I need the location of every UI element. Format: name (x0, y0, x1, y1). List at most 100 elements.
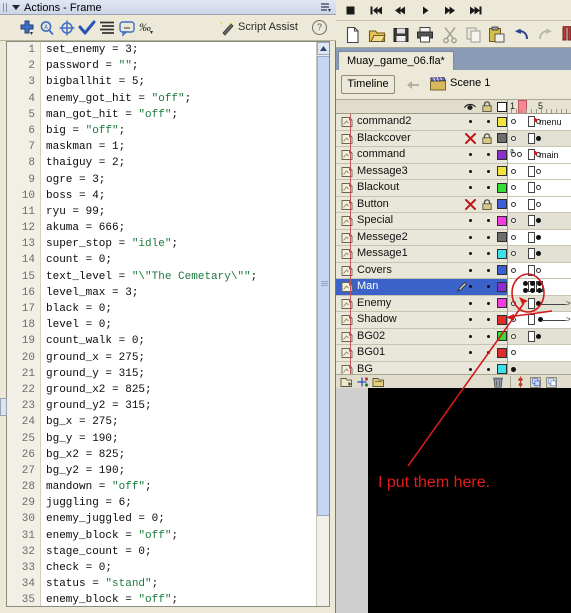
code-line[interactable]: count = 0; (42, 252, 315, 268)
show-code-hint-icon[interactable] (118, 19, 136, 37)
frame-block[interactable] (528, 330, 535, 342)
layer-color-swatch[interactable] (497, 166, 507, 176)
code-line[interactable]: ground_x = 275; (42, 350, 315, 366)
code-line[interactable]: bg_y = 190; (42, 431, 315, 447)
empty-keyframe[interactable] (536, 185, 541, 190)
layer-row[interactable]: Button (336, 196, 507, 213)
layer-row[interactable]: command (336, 147, 507, 164)
code-line[interactable]: password = ""; (42, 58, 315, 74)
center-frame-icon[interactable] (530, 376, 541, 388)
frame-row[interactable]: > (508, 312, 571, 329)
layer-lock-dot[interactable] (487, 301, 490, 305)
empty-keyframe[interactable] (511, 119, 516, 124)
empty-keyframe[interactable] (511, 234, 516, 240)
layer-lock-icon[interactable] (482, 132, 492, 144)
add-motion-guide-icon[interactable] (356, 376, 369, 388)
hidden-x-icon[interactable] (465, 198, 476, 210)
save-file-icon[interactable] (392, 26, 410, 44)
auto-format-icon[interactable] (98, 19, 116, 37)
cut-icon[interactable] (441, 26, 459, 44)
frame-row[interactable] (508, 229, 571, 246)
empty-keyframe[interactable] (511, 168, 516, 174)
layer-color-swatch[interactable] (497, 149, 507, 160)
empty-keyframe[interactable] (511, 201, 516, 207)
onion-skin-icon[interactable] (516, 376, 525, 388)
empty-keyframe[interactable] (536, 267, 541, 273)
back-arrow-icon[interactable] (406, 79, 420, 91)
layer-row[interactable]: Enemy (336, 295, 507, 312)
layer-visibility-dot[interactable] (469, 334, 472, 338)
empty-keyframe[interactable] (511, 135, 516, 141)
code-line[interactable]: ogre = 3; (42, 172, 315, 188)
keyframe[interactable] (511, 366, 516, 372)
stage-canvas[interactable] (368, 388, 571, 613)
code-line[interactable]: enemy_block = "off"; (42, 528, 315, 544)
layer-lock-dot[interactable] (487, 186, 490, 189)
code-line[interactable]: mandown = "off"; (42, 479, 315, 495)
debug-options-icon[interactable]: ‰ (138, 19, 156, 37)
layer-row[interactable]: Man (336, 279, 507, 296)
frame-block[interactable] (528, 231, 535, 243)
outline-square-icon[interactable] (497, 102, 507, 112)
code-line[interactable]: bg_x2 = 825; (42, 447, 315, 463)
code-line[interactable]: super_stop = "idle"; (42, 236, 315, 252)
layer-row[interactable]: Shadow (336, 312, 507, 329)
code-line[interactable]: juggling = 6; (42, 495, 315, 511)
empty-keyframe[interactable] (536, 168, 541, 174)
layer-color-swatch[interactable] (497, 331, 507, 341)
layer-lock-dot[interactable] (487, 252, 490, 255)
layer-color-swatch[interactable] (497, 215, 507, 226)
layer-lock-dot[interactable] (487, 334, 490, 338)
edit-multiple-frames-icon[interactable] (546, 376, 557, 388)
keyframe[interactable] (523, 288, 528, 293)
empty-keyframe[interactable] (511, 251, 516, 256)
code-line[interactable]: bigballhit = 5; (42, 74, 315, 90)
frame-row[interactable]: menu (508, 114, 571, 131)
frame-ruler[interactable]: 15 (508, 100, 571, 114)
magic-wand-icon[interactable] (219, 20, 235, 36)
code-line[interactable]: bg_y2 = 190; (42, 463, 315, 479)
layer-color-swatch[interactable] (497, 182, 507, 193)
layer-visibility-dot[interactable] (469, 235, 472, 239)
insert-target-path-icon[interactable] (58, 19, 76, 37)
frame-block[interactable] (528, 165, 535, 177)
code-line[interactable]: ryu = 99; (42, 204, 315, 220)
code-line[interactable]: enemy_juggled = 0; (42, 511, 315, 527)
layer-lock-dot[interactable] (487, 235, 490, 239)
layer-list[interactable]: command2 Blackcover command Message3 Blackou… (336, 114, 508, 374)
layer-lock-dot[interactable] (487, 285, 490, 288)
frame-row[interactable]: > (508, 295, 571, 312)
keyframe[interactable] (536, 251, 541, 256)
code-line[interactable]: ground_y = 315; (42, 366, 315, 382)
layer-lock-dot[interactable] (487, 120, 490, 123)
open-file-icon[interactable] (368, 26, 386, 44)
go-to-end-button[interactable] (469, 5, 482, 16)
keyframe[interactable] (537, 281, 542, 286)
step-back-button[interactable] (394, 5, 406, 16)
frame-row[interactable]: a main (508, 147, 571, 164)
layer-color-swatch[interactable] (497, 133, 507, 143)
code-line[interactable]: set_enemy = 3; (42, 42, 315, 58)
code-line[interactable]: bg_x = 275; (42, 414, 315, 430)
empty-keyframe[interactable] (536, 201, 541, 207)
layer-row[interactable]: Blackout (336, 180, 507, 197)
timeline-button[interactable]: Timeline (341, 75, 395, 94)
keyframe[interactable] (536, 333, 541, 339)
frame-grid[interactable]: menu a main > > (508, 114, 571, 374)
actions-panel-titlebar[interactable]: Actions - Frame (0, 0, 336, 15)
frame-block[interactable] (528, 297, 535, 309)
empty-keyframe[interactable] (511, 185, 516, 190)
layer-visibility-dot[interactable] (469, 219, 472, 222)
keyframe[interactable] (536, 234, 541, 240)
layer-color-swatch[interactable] (497, 347, 507, 358)
empty-keyframe[interactable] (517, 152, 522, 157)
layer-lock-dot[interactable] (487, 268, 490, 272)
frame-block[interactable] (528, 248, 535, 259)
empty-keyframe[interactable] (511, 218, 516, 223)
stop-button[interactable] (345, 5, 356, 16)
code-line[interactable]: black = 0; (42, 301, 315, 317)
code-line[interactable]: count_walk = 0; (42, 333, 315, 349)
scrollbar-thumb[interactable] (317, 56, 329, 516)
layer-color-swatch[interactable] (497, 298, 507, 308)
frame-row[interactable] (508, 213, 571, 230)
